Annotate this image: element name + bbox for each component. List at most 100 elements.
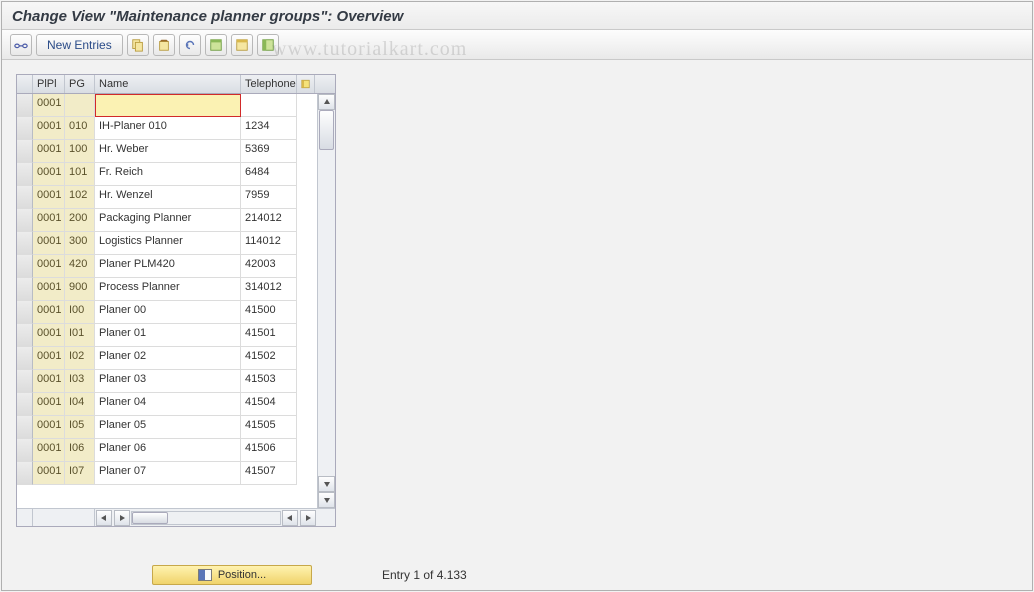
- cell-plpl[interactable]: 0001: [33, 209, 65, 232]
- cell-telephone[interactable]: 7959: [241, 186, 297, 209]
- cell-name[interactable]: Planer 01: [95, 324, 241, 347]
- row-select-handle[interactable]: [17, 324, 33, 347]
- row-select-handle[interactable]: [17, 370, 33, 393]
- cell-plpl[interactable]: 0001: [33, 370, 65, 393]
- cell-plpl[interactable]: 0001: [33, 462, 65, 485]
- hscroll-left-button-2[interactable]: [282, 510, 298, 526]
- scroll-page-down-button[interactable]: [318, 492, 335, 508]
- cell-telephone[interactable]: 41502: [241, 347, 297, 370]
- cell-plpl[interactable]: 0001: [33, 186, 65, 209]
- cell-plpl[interactable]: 0001: [33, 140, 65, 163]
- grid-column-config-button[interactable]: [297, 75, 315, 93]
- cell-pg[interactable]: I00: [65, 301, 95, 324]
- scroll-down-button[interactable]: [318, 476, 335, 492]
- vscroll-thumb[interactable]: [319, 110, 334, 150]
- cell-name[interactable]: Planer 05: [95, 416, 241, 439]
- cell-name[interactable]: Planer 00: [95, 301, 241, 324]
- cell-telephone[interactable]: 41501: [241, 324, 297, 347]
- grid-header-name[interactable]: Name: [95, 75, 241, 93]
- cell-name[interactable]: Fr. Reich: [95, 163, 241, 186]
- cell-name[interactable]: IH-Planer 010: [95, 117, 241, 140]
- cell-pg[interactable]: 102: [65, 186, 95, 209]
- cell-pg[interactable]: I06: [65, 439, 95, 462]
- cell-name[interactable]: Planer 07: [95, 462, 241, 485]
- row-select-handle[interactable]: [17, 301, 33, 324]
- cell-name[interactable]: Planer 03: [95, 370, 241, 393]
- row-select-handle[interactable]: [17, 416, 33, 439]
- cell-pg[interactable]: 300: [65, 232, 95, 255]
- deselect-all-button[interactable]: [231, 34, 253, 56]
- cell-telephone[interactable]: 41505: [241, 416, 297, 439]
- grid-header-pg[interactable]: PG: [65, 75, 95, 93]
- cell-plpl[interactable]: 0001: [33, 416, 65, 439]
- row-select-handle[interactable]: [17, 94, 33, 117]
- cell-plpl[interactable]: 0001: [33, 393, 65, 416]
- cell-pg[interactable]: 101: [65, 163, 95, 186]
- copy-as-button[interactable]: [127, 34, 149, 56]
- config-button[interactable]: [257, 34, 279, 56]
- cell-name[interactable]: Planer 06: [95, 439, 241, 462]
- cell-telephone[interactable]: 41507: [241, 462, 297, 485]
- select-all-button[interactable]: [205, 34, 227, 56]
- cell-pg[interactable]: 900: [65, 278, 95, 301]
- cell-telephone[interactable]: [241, 94, 297, 117]
- cell-telephone[interactable]: 1234: [241, 117, 297, 140]
- grid-header-plpl[interactable]: PlPl: [33, 75, 65, 93]
- hscroll-track[interactable]: [131, 511, 281, 525]
- cell-telephone[interactable]: 41504: [241, 393, 297, 416]
- cell-pg[interactable]: 200: [65, 209, 95, 232]
- cell-name[interactable]: Planer 04: [95, 393, 241, 416]
- cell-name[interactable]: Hr. Wenzel: [95, 186, 241, 209]
- hscroll-left-button[interactable]: [96, 510, 112, 526]
- cell-pg[interactable]: 100: [65, 140, 95, 163]
- position-button[interactable]: Position...: [152, 565, 312, 585]
- row-select-handle[interactable]: [17, 140, 33, 163]
- hscroll-right-button[interactable]: [114, 510, 130, 526]
- row-select-handle[interactable]: [17, 163, 33, 186]
- cell-plpl[interactable]: 0001: [33, 347, 65, 370]
- cell-plpl[interactable]: 0001: [33, 117, 65, 140]
- cell-telephone[interactable]: 42003: [241, 255, 297, 278]
- cell-telephone[interactable]: 5369: [241, 140, 297, 163]
- row-select-handle[interactable]: [17, 439, 33, 462]
- cell-telephone[interactable]: 41506: [241, 439, 297, 462]
- cell-telephone[interactable]: 41503: [241, 370, 297, 393]
- cell-plpl[interactable]: 0001: [33, 163, 65, 186]
- cell-name[interactable]: [95, 94, 241, 117]
- delete-button[interactable]: [153, 34, 175, 56]
- row-select-handle[interactable]: [17, 232, 33, 255]
- row-select-handle[interactable]: [17, 278, 33, 301]
- grid-header-telephone[interactable]: Telephone: [241, 75, 297, 93]
- cell-pg[interactable]: 010: [65, 117, 95, 140]
- cell-plpl[interactable]: 0001: [33, 301, 65, 324]
- cell-name[interactable]: Hr. Weber: [95, 140, 241, 163]
- cell-name[interactable]: Packaging Planner: [95, 209, 241, 232]
- cell-pg[interactable]: [65, 94, 95, 117]
- cell-telephone[interactable]: 214012: [241, 209, 297, 232]
- toggle-display-change-button[interactable]: [10, 34, 32, 56]
- row-select-handle[interactable]: [17, 347, 33, 370]
- undo-change-button[interactable]: [179, 34, 201, 56]
- cell-plpl[interactable]: 0001: [33, 439, 65, 462]
- row-select-handle[interactable]: [17, 209, 33, 232]
- row-select-handle[interactable]: [17, 255, 33, 278]
- row-select-handle[interactable]: [17, 186, 33, 209]
- new-entries-button[interactable]: New Entries: [36, 34, 123, 56]
- cell-pg[interactable]: I04: [65, 393, 95, 416]
- grid-header-select[interactable]: [17, 75, 33, 93]
- scroll-up-button[interactable]: [318, 94, 335, 110]
- row-select-handle[interactable]: [17, 393, 33, 416]
- cell-plpl[interactable]: 0001: [33, 94, 65, 117]
- cell-plpl[interactable]: 0001: [33, 232, 65, 255]
- cell-plpl[interactable]: 0001: [33, 324, 65, 347]
- cell-pg[interactable]: I02: [65, 347, 95, 370]
- cell-name[interactable]: Process Planner: [95, 278, 241, 301]
- row-select-handle[interactable]: [17, 462, 33, 485]
- row-select-handle[interactable]: [17, 117, 33, 140]
- cell-telephone[interactable]: 314012: [241, 278, 297, 301]
- cell-plpl[interactable]: 0001: [33, 278, 65, 301]
- cell-telephone[interactable]: 114012: [241, 232, 297, 255]
- cell-pg[interactable]: I03: [65, 370, 95, 393]
- cell-name[interactable]: Planer PLM420: [95, 255, 241, 278]
- cell-name[interactable]: Logistics Planner: [95, 232, 241, 255]
